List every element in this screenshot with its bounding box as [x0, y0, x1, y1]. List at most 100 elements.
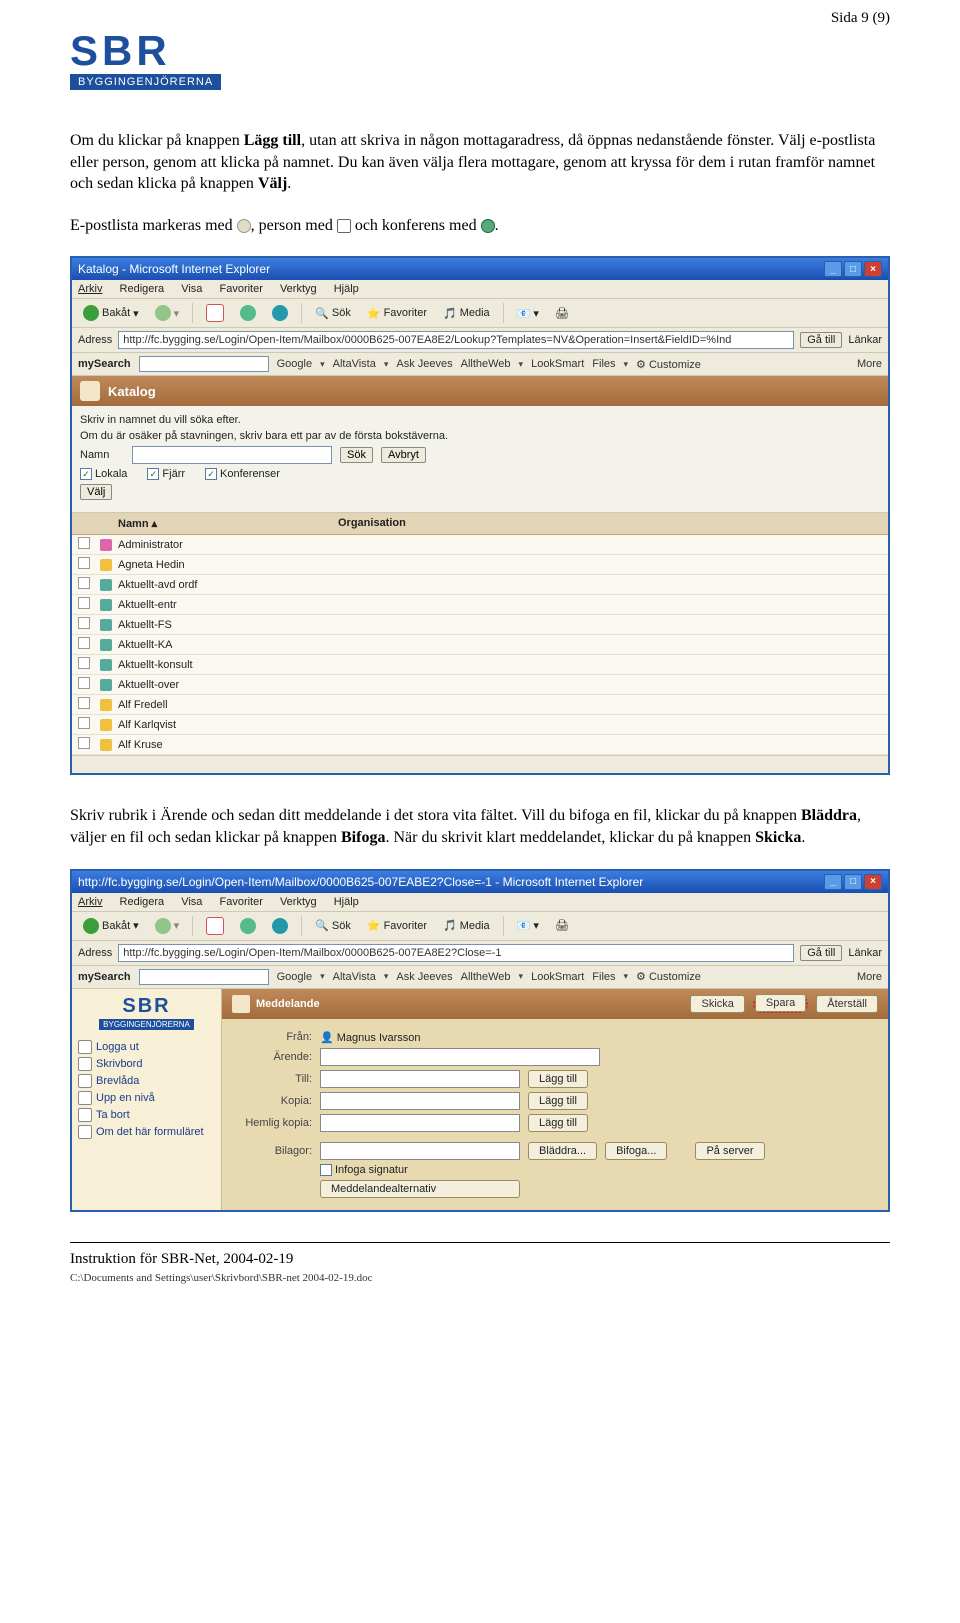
- row-checkbox[interactable]: [78, 577, 90, 589]
- forward-button[interactable]: ▾: [150, 303, 185, 323]
- close-button-2[interactable]: ×: [864, 874, 882, 890]
- sidebar-upp[interactable]: Upp en nivå: [78, 1091, 215, 1105]
- menu-arkiv[interactable]: Arkiv: [78, 283, 102, 295]
- bcc-input[interactable]: [320, 1114, 520, 1132]
- avbryt-button[interactable]: Avbryt: [381, 447, 426, 463]
- media-button[interactable]: 🎵 Media: [438, 305, 495, 322]
- close-button[interactable]: ×: [864, 261, 882, 277]
- minimize-button-2[interactable]: _: [824, 874, 842, 890]
- stop-button[interactable]: [201, 302, 229, 324]
- refresh-button-2[interactable]: [235, 916, 261, 936]
- home-button[interactable]: [267, 303, 293, 323]
- print-icon-2[interactable]: 🖨: [550, 917, 574, 934]
- eng2-alltheweb[interactable]: AlltheWeb: [461, 971, 511, 983]
- signature-checkbox[interactable]: Infoga signatur: [320, 1164, 408, 1176]
- row-checkbox[interactable]: [78, 557, 90, 569]
- back-button-2[interactable]: Bakåt ▾: [78, 916, 144, 936]
- customize-link-2[interactable]: ⚙ Customize: [636, 970, 701, 983]
- go-button[interactable]: Gå till: [800, 332, 842, 348]
- sidebar-om[interactable]: Om det här formuläret: [78, 1125, 215, 1139]
- cc-input[interactable]: [320, 1092, 520, 1110]
- eng2-altavista[interactable]: AltaVista: [333, 971, 376, 983]
- media-button-2[interactable]: 🎵 Media: [438, 917, 495, 934]
- more-link-2[interactable]: More: [857, 971, 882, 983]
- save-button[interactable]: Spara: [755, 994, 806, 1012]
- row-checkbox[interactable]: [78, 717, 90, 729]
- table-row[interactable]: Aktuellt-entr: [72, 595, 888, 615]
- add-to-button[interactable]: Lägg till: [528, 1070, 588, 1088]
- engine-files[interactable]: Files: [592, 358, 615, 370]
- table-row[interactable]: Aktuellt-over: [72, 675, 888, 695]
- subject-input[interactable]: [320, 1048, 600, 1066]
- minimize-button[interactable]: _: [824, 261, 842, 277]
- links-label-2[interactable]: Länkar: [848, 947, 882, 959]
- row-checkbox[interactable]: [78, 637, 90, 649]
- check-fjarr[interactable]: ✓Fjärr: [147, 468, 185, 480]
- menu2-verktyg[interactable]: Verktyg: [280, 896, 317, 908]
- menu-favoriter[interactable]: Favoriter: [219, 283, 262, 295]
- add-cc-button[interactable]: Lägg till: [528, 1092, 588, 1110]
- engine-altavista[interactable]: AltaVista: [333, 358, 376, 370]
- col-organisation[interactable]: Organisation: [338, 517, 882, 530]
- menu-visa[interactable]: Visa: [181, 283, 202, 295]
- name-input[interactable]: [132, 446, 332, 464]
- menu-verktyg[interactable]: Verktyg: [280, 283, 317, 295]
- sok-button[interactable]: Sök: [340, 447, 373, 463]
- row-checkbox[interactable]: [78, 697, 90, 709]
- valj-button[interactable]: Välj: [80, 484, 112, 500]
- address-field[interactable]: http://fc.bygging.se/Login/Open-Item/Mai…: [118, 331, 794, 349]
- table-row[interactable]: Aktuellt-konsult: [72, 655, 888, 675]
- col-name[interactable]: Namn ▴: [118, 517, 338, 530]
- row-checkbox[interactable]: [78, 737, 90, 749]
- search-input[interactable]: [139, 356, 269, 372]
- menu-redigera[interactable]: Redigera: [120, 283, 165, 295]
- table-row[interactable]: Alf Kruse: [72, 735, 888, 755]
- table-row[interactable]: Aktuellt-FS: [72, 615, 888, 635]
- table-row[interactable]: Aktuellt-KA: [72, 635, 888, 655]
- menu2-visa[interactable]: Visa: [181, 896, 202, 908]
- mail-icon-2[interactable]: 📧 ▾: [512, 917, 544, 934]
- row-checkbox[interactable]: [78, 597, 90, 609]
- print-icon[interactable]: 🖨: [550, 305, 574, 322]
- attach-input[interactable]: [320, 1142, 520, 1160]
- check-konferenser[interactable]: ✓Konferenser: [205, 468, 280, 480]
- row-checkbox[interactable]: [78, 537, 90, 549]
- links-label[interactable]: Länkar: [848, 334, 882, 346]
- table-row[interactable]: Administrator: [72, 535, 888, 555]
- row-checkbox[interactable]: [78, 677, 90, 689]
- menu-hjalp[interactable]: Hjälp: [334, 283, 359, 295]
- table-row[interactable]: Alf Fredell: [72, 695, 888, 715]
- table-row[interactable]: Agneta Hedin: [72, 555, 888, 575]
- row-checkbox[interactable]: [78, 617, 90, 629]
- eng2-files[interactable]: Files: [592, 971, 615, 983]
- menu2-hjalp[interactable]: Hjälp: [334, 896, 359, 908]
- engine-alltheweb[interactable]: AlltheWeb: [461, 358, 511, 370]
- search-button-2[interactable]: 🔍 Sök: [310, 917, 356, 934]
- table-row[interactable]: Alf Karlqvist: [72, 715, 888, 735]
- go-button-2[interactable]: Gå till: [800, 945, 842, 961]
- eng2-google[interactable]: Google: [277, 971, 312, 983]
- row-checkbox[interactable]: [78, 657, 90, 669]
- engine-askjeeves[interactable]: Ask Jeeves: [396, 358, 452, 370]
- forward-button-2[interactable]: ▾: [150, 916, 185, 936]
- engine-google[interactable]: Google: [277, 358, 312, 370]
- mail-icon[interactable]: 📧 ▾: [512, 305, 544, 322]
- to-input[interactable]: [320, 1070, 520, 1088]
- menu2-redigera[interactable]: Redigera: [120, 896, 165, 908]
- msg-alternatives-button[interactable]: Meddelandealternativ: [320, 1180, 520, 1198]
- search-input-2[interactable]: [139, 969, 269, 985]
- more-link[interactable]: More: [857, 358, 882, 370]
- sidebar-skrivbord[interactable]: Skrivbord: [78, 1057, 215, 1071]
- add-bcc-button[interactable]: Lägg till: [528, 1114, 588, 1132]
- maximize-button-2[interactable]: □: [844, 874, 862, 890]
- reset-button[interactable]: Återställ: [816, 995, 878, 1013]
- eng2-ask[interactable]: Ask Jeeves: [396, 971, 452, 983]
- sidebar-tabort[interactable]: Ta bort: [78, 1108, 215, 1122]
- engine-looksmart[interactable]: LookSmart: [531, 358, 584, 370]
- menu2-favoriter[interactable]: Favoriter: [219, 896, 262, 908]
- send-button[interactable]: Skicka: [690, 995, 744, 1013]
- sidebar-loggaut[interactable]: Logga ut: [78, 1040, 215, 1054]
- maximize-button[interactable]: □: [844, 261, 862, 277]
- attach-button[interactable]: Bifoga...: [605, 1142, 667, 1160]
- menu2-arkiv[interactable]: Arkiv: [78, 896, 102, 908]
